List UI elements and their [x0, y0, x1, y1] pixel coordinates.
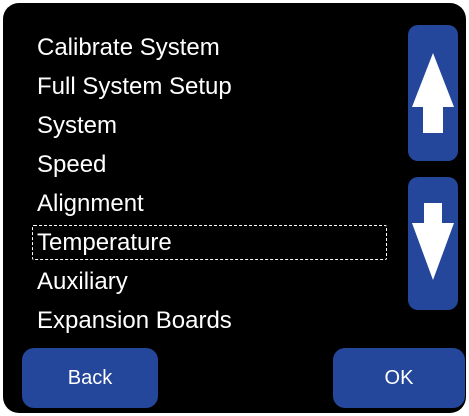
- menu-item-auxiliary[interactable]: Auxiliary: [37, 264, 392, 300]
- menu-item-expansion-boards[interactable]: Expansion Boards: [37, 303, 392, 339]
- device-screen: Calibrate System Full System Setup Syste…: [3, 3, 466, 413]
- menu-item-temperature[interactable]: Temperature: [32, 225, 387, 260]
- back-button[interactable]: Back: [22, 348, 158, 408]
- menu-item-full-system-setup[interactable]: Full System Setup: [37, 69, 392, 105]
- scroll-up-button[interactable]: [408, 25, 458, 161]
- menu-item-calibrate-system[interactable]: Calibrate System: [37, 30, 392, 66]
- arrow-down-icon: [412, 203, 454, 280]
- menu-item-system[interactable]: System: [37, 108, 392, 144]
- arrow-up-icon: [412, 53, 454, 133]
- scroll-down-button[interactable]: [408, 177, 458, 310]
- menu-item-speed[interactable]: Speed: [37, 147, 392, 183]
- ok-button[interactable]: OK: [333, 348, 465, 408]
- menu-item-alignment[interactable]: Alignment: [37, 186, 392, 222]
